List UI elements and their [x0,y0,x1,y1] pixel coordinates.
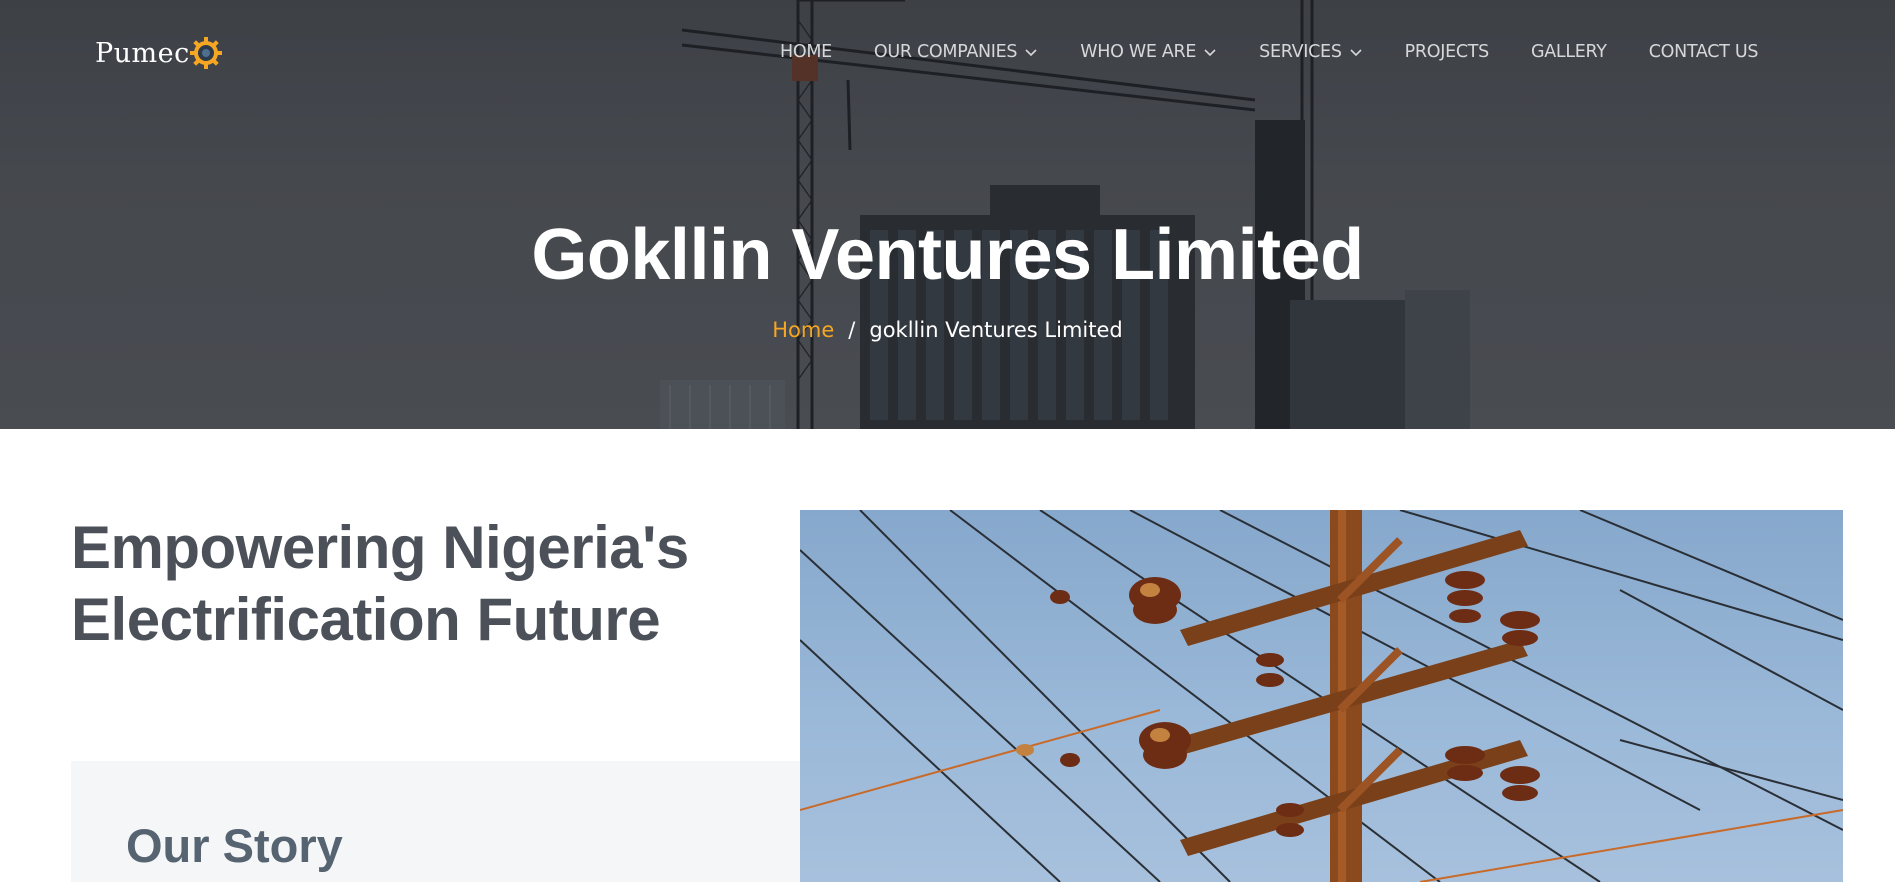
nav-who-we-are[interactable]: WHO WE ARE [1080,42,1217,62]
chevron-down-icon [1025,49,1037,57]
nav-our-companies[interactable]: OUR COMPANIES [874,42,1038,62]
chevron-down-icon [1350,49,1362,57]
nav-projects[interactable]: PROJECTS [1404,42,1490,62]
nav-gallery-label: GALLERY [1530,42,1607,62]
nav-services-label: SERVICES [1259,42,1342,62]
main-navigation: HOME OUR COMPANIES WHO WE ARE SERVICES P… [780,42,1758,62]
headline-line-1: Empowering Nigeria's [71,514,689,581]
breadcrumb: Home / gokllin Ventures Limited [0,318,1895,342]
chevron-down-icon [1204,49,1216,57]
nav-services[interactable]: SERVICES [1259,42,1363,62]
nav-our-companies-label: OUR COMPANIES [873,42,1018,62]
breadcrumb-current: gokllin Ventures Limited [869,318,1123,342]
nav-who-we-are-label: WHO WE ARE [1080,42,1197,62]
story-title: Our Story [126,819,343,872]
nav-home[interactable]: HOME [780,42,832,62]
logo-text: Pumec [95,37,190,69]
nav-home-label: HOME [780,42,832,62]
breadcrumb-home-link[interactable]: Home [772,318,834,342]
nav-gallery[interactable]: GALLERY [1531,42,1607,62]
nav-contact-us[interactable]: CONTACT US [1648,42,1759,62]
page-title: Gokllin Ventures Limited [531,215,1364,295]
site-logo[interactable]: Pumec [95,36,223,70]
nav-projects-label: PROJECTS [1404,42,1490,62]
headline-line-2: Electrification Future [71,586,661,653]
breadcrumb-separator: / [848,318,856,342]
gear-icon [189,37,222,69]
section-headline: Empowering Nigeria's Electrification Fut… [71,512,751,656]
power-pole-image [800,510,1843,882]
power-pole-illustration [800,510,1843,882]
nav-contact-us-label: CONTACT US [1648,42,1759,62]
hero-banner: Pumec HOME OUR COMPANIES WHO WE ARE SERV… [0,0,1895,429]
